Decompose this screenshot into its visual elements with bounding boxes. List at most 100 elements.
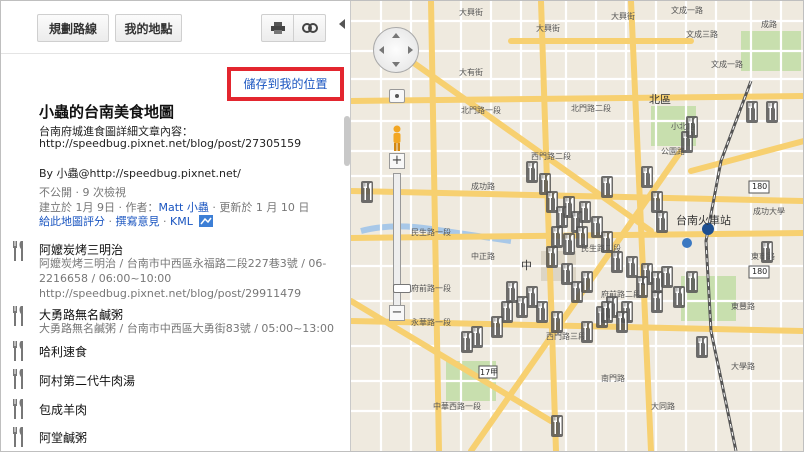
food-marker-icon[interactable]	[563, 233, 575, 255]
street-label: 文成三路	[686, 30, 718, 39]
save-label: 儲存到我的位置	[243, 77, 328, 91]
street-label: 文成一路	[671, 6, 703, 15]
place-desc-1c: http://speedbug.pixnet.net/blog/post/299…	[39, 287, 302, 300]
rate-map-link[interactable]: 給此地圖評分	[39, 215, 105, 228]
map-title: 小蟲的台南美食地圖	[39, 103, 175, 121]
pan-arrows-icon	[379, 33, 413, 67]
food-marker-icon[interactable]	[581, 271, 593, 293]
pegman-icon[interactable]	[392, 125, 402, 151]
zoom-in-button[interactable]: +	[389, 153, 405, 169]
location-button[interactable]	[389, 89, 405, 103]
street-label: 永華路一段	[411, 318, 451, 327]
food-marker-icon[interactable]	[576, 226, 588, 248]
street-label: 大興街	[459, 8, 483, 17]
food-marker-icon[interactable]	[761, 241, 773, 263]
food-marker-icon[interactable]	[686, 271, 698, 293]
street-label: 府前路一段	[411, 284, 451, 293]
food-marker-icon[interactable]	[461, 331, 473, 353]
restaurant-icon	[13, 399, 23, 419]
food-marker-icon[interactable]	[551, 311, 563, 333]
street-label: 大興街	[611, 12, 635, 21]
food-marker-icon[interactable]	[636, 276, 648, 298]
street-label: 成功路	[471, 182, 495, 191]
food-marker-icon[interactable]	[616, 311, 628, 333]
food-marker-icon[interactable]	[506, 281, 518, 303]
link-button[interactable]	[293, 14, 326, 42]
station-label: 台南火車站	[676, 214, 731, 227]
street-label: 大學路	[731, 362, 755, 371]
street-label: 南門路	[601, 374, 625, 383]
street-label: 大同路	[651, 402, 675, 411]
place-desc-1a: 阿嬤炭烤三明治 / 台南市中西區永福路二段227巷3號 / 06-	[39, 257, 327, 270]
google-earth-icon[interactable]	[199, 215, 214, 227]
food-marker-icon[interactable]	[696, 336, 708, 358]
restaurant-icon	[13, 427, 23, 447]
my-places-button[interactable]: 我的地點	[115, 14, 182, 42]
save-to-my-places-link[interactable]: 儲存到我的位置	[227, 67, 344, 101]
food-marker-icon[interactable]	[579, 201, 591, 223]
route-shield: 17甲	[480, 368, 499, 377]
food-marker-icon[interactable]	[746, 101, 758, 123]
food-marker-icon[interactable]	[766, 101, 778, 123]
street-label: 成路	[761, 20, 777, 29]
food-marker-icon[interactable]	[546, 246, 558, 268]
updated-text: · 更新於 1 月 10 日	[208, 201, 310, 214]
street-label: 文成一路	[711, 60, 743, 69]
route-shield: 180	[752, 267, 768, 276]
street-label: 中正路	[471, 252, 495, 261]
zoom-control: + −	[389, 89, 411, 329]
zoom-slider[interactable]	[393, 173, 411, 309]
street-label: 民生路一段	[411, 228, 451, 237]
food-marker-icon[interactable]	[651, 191, 663, 213]
food-marker-icon[interactable]	[551, 415, 563, 437]
street-label: 成功大學	[753, 207, 785, 216]
write-review-link[interactable]: 撰寫意見	[116, 215, 160, 228]
place-desc-1: 阿嬤炭烤三明治 / 台南市中西區永福路二段227巷3號 / 06- 2216658…	[39, 256, 339, 301]
zoom-slider-knob[interactable]	[393, 284, 411, 293]
restaurant-icon	[13, 241, 23, 261]
food-marker-icon[interactable]	[601, 301, 613, 323]
district-label: 北區	[649, 93, 671, 106]
map-author-line: By 小蟲@http://speedbug.pixnet.net/	[39, 167, 241, 180]
place-desc-2: 大勇路無名鹹粥 / 台南市中西區大勇街83號 / 05:00~13:00	[39, 322, 335, 335]
food-marker-icon[interactable]	[656, 211, 668, 233]
food-marker-icon[interactable]	[686, 116, 698, 138]
kml-link[interactable]: KML	[170, 215, 193, 228]
app-frame: 規劃路線 我的地點 儲存到我的位置 小蟲的台南美食地圖 台南府城進食圖詳細文章內…	[0, 0, 804, 452]
street-label: 東豐路	[731, 302, 755, 311]
food-marker-icon[interactable]	[641, 166, 653, 188]
food-marker-icon[interactable]	[611, 251, 623, 273]
street-label: 北門路二段	[571, 104, 611, 113]
food-marker-icon[interactable]	[551, 226, 563, 248]
print-button[interactable]	[261, 14, 294, 42]
map-canvas[interactable]: 180 180 17甲 北區 台南火車站 中 大興街 大興街 大興街 文成三路 …	[350, 1, 803, 451]
zoom-out-button[interactable]: −	[389, 305, 405, 321]
restaurant-icon	[13, 306, 23, 326]
food-marker-icon[interactable]	[661, 266, 673, 288]
place-name-6[interactable]: 阿堂鹹粥	[39, 429, 87, 446]
food-marker-icon[interactable]	[581, 321, 593, 343]
food-marker-icon[interactable]	[361, 181, 373, 203]
district-label: 中	[521, 259, 532, 272]
map-actions: 給此地圖評分 · 撰寫意見 · KML	[39, 213, 214, 229]
print-icon	[270, 22, 285, 34]
food-marker-icon[interactable]	[651, 291, 663, 313]
collapse-panel-icon[interactable]	[339, 19, 345, 29]
street-label: 北門路一段	[461, 106, 501, 115]
food-marker-icon[interactable]	[673, 286, 685, 308]
food-marker-icon[interactable]	[526, 161, 538, 183]
map-description-url: http://speedbug.pixnet.net/blog/post/273…	[39, 137, 302, 150]
street-label: 大興街	[536, 24, 560, 33]
map-stats: 不公開 · 9 次檢視	[39, 186, 126, 199]
place-desc-1b: 2216658 / 06:00~10:00	[39, 272, 172, 285]
pan-control[interactable]	[373, 27, 419, 73]
place-name-5[interactable]: 包成羊肉	[39, 401, 87, 418]
food-marker-icon[interactable]	[626, 256, 638, 278]
place-name-4[interactable]: 阿村第二代牛肉湯	[39, 372, 135, 389]
food-marker-icon[interactable]	[601, 176, 613, 198]
place-name-3[interactable]: 哈利速食	[39, 343, 87, 360]
food-marker-icon[interactable]	[491, 316, 503, 338]
directions-button[interactable]: 規劃路線	[37, 14, 109, 42]
route-shield: 180	[752, 182, 768, 191]
food-marker-icon[interactable]	[601, 231, 613, 253]
